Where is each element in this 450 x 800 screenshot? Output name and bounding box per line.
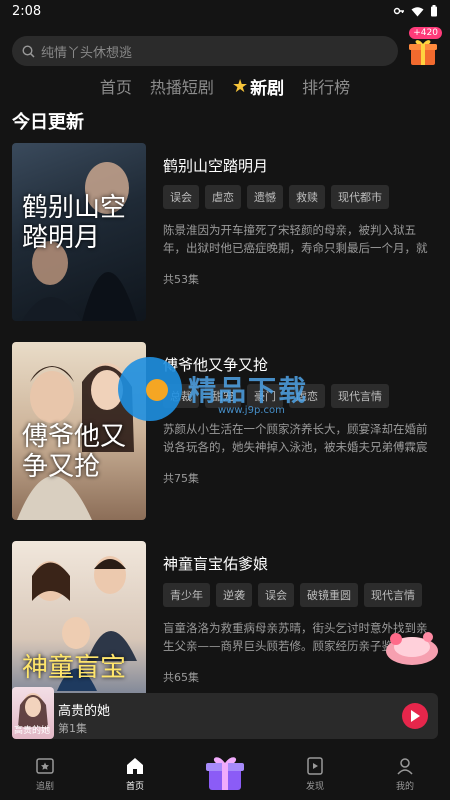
tag[interactable]: 青少年 <box>163 583 210 607</box>
section-title: 今日更新 <box>12 112 84 133</box>
nav-home-label: 首页 <box>125 782 144 792</box>
nav-discover[interactable]: 发现 <box>270 748 360 800</box>
star-folder-icon <box>36 758 54 774</box>
drama-title[interactable]: 鹤别山空踏明月 <box>163 155 438 175</box>
tag-list: 青少年 逆袭 误会 破镜重圆 现代言情 <box>163 583 438 607</box>
poster-title: 鹤别山空踏明月 <box>22 193 127 253</box>
episode-count: 共75集 <box>163 472 199 485</box>
tag-list: 总裁 甜宠 豪门 虐恋 现代言情 <box>163 384 438 408</box>
poster-title: 神童盲宝 <box>22 653 127 683</box>
tab-home[interactable]: 首页 <box>100 74 132 98</box>
nav-follow-label: 追剧 <box>35 782 54 792</box>
category-tabs: 首页 热播短剧 ★ 新剧 排行榜 <box>0 74 450 99</box>
tag[interactable]: 虐恋 <box>205 185 241 209</box>
episode-count: 共53集 <box>163 273 199 286</box>
battery-icon <box>431 5 437 17</box>
tag-list: 误会 虐恋 遗憾 救赎 现代都市 <box>163 185 438 209</box>
search-placeholder: 纯情丫头休想逃 <box>41 45 133 61</box>
tag[interactable]: 遗憾 <box>247 185 283 209</box>
drama-info: 傅爷他又争又抢 总裁 甜宠 豪门 虐恋 现代言情 苏颜从小生活在一个顾家济养长大… <box>163 354 438 486</box>
search-input[interactable]: 纯情丫头休想逃 <box>12 36 398 66</box>
star-icon: ★ <box>231 75 249 97</box>
tag[interactable]: 现代言情 <box>331 384 389 408</box>
drama-title[interactable]: 神童盲宝佑爹娘 <box>163 553 438 573</box>
status-icons <box>393 5 438 17</box>
drama-title[interactable]: 傅爷他又争又抢 <box>163 354 438 374</box>
drama-description: 陈景淮因为开车撞死了宋轻颜的母亲，被判入狱五年，出狱时他已癌症晚期，寿命只剩最后… <box>163 223 428 255</box>
tab-hot-dramas[interactable]: 热播短剧 <box>150 74 214 98</box>
bottom-nav: 追剧 首页 发现 我的 <box>0 748 450 800</box>
tab-new-dramas[interactable]: ★ 新剧 <box>232 74 284 99</box>
tag[interactable]: 误会 <box>258 583 294 607</box>
play-icon <box>411 710 420 722</box>
play-button[interactable] <box>402 703 428 729</box>
drama-item[interactable]: 傅爷他又争又抢 傅爷他又争又抢 总裁 甜宠 豪门 虐恋 现代言情 苏颜从小生活在… <box>12 342 438 520</box>
mini-player-title: 高贵的她 <box>58 704 111 719</box>
status-bar: 2:08 <box>0 0 450 22</box>
key-icon <box>393 7 404 15</box>
nav-profile[interactable]: 我的 <box>360 748 450 800</box>
nav-home[interactable]: 首页 <box>90 748 180 800</box>
tag[interactable]: 误会 <box>163 185 199 209</box>
status-time: 2:08 <box>12 3 42 19</box>
wifi-icon <box>411 6 424 16</box>
mini-player[interactable]: 高贵的她 高贵的她 第1集 <box>12 687 438 739</box>
search-icon <box>22 44 35 58</box>
drama-poster[interactable]: 鹤别山空踏明月 <box>12 143 146 321</box>
tag[interactable]: 虐恋 <box>289 384 325 408</box>
nav-discover-label: 发现 <box>305 782 324 792</box>
nav-profile-label: 我的 <box>395 782 414 792</box>
tag[interactable]: 救赎 <box>289 185 325 209</box>
gift-icon <box>409 40 437 65</box>
drama-poster[interactable]: 傅爷他又争又抢 <box>12 342 146 520</box>
poster-title: 傅爷他又争又抢 <box>22 422 127 482</box>
tag[interactable]: 总裁 <box>163 384 199 408</box>
episode-count: 共65集 <box>163 671 199 684</box>
mini-player-cover[interactable]: 高贵的她 <box>12 687 54 739</box>
nav-gift[interactable] <box>180 748 270 800</box>
mini-cover-title: 高贵的她 <box>14 726 51 736</box>
search-row: 纯情丫头休想逃 +420 <box>12 27 442 67</box>
discover-icon <box>307 757 323 775</box>
floating-reward-icon[interactable] <box>384 625 440 669</box>
gift-badge: +420 <box>409 27 442 39</box>
nav-follow[interactable]: 追剧 <box>0 748 90 800</box>
drama-info: 鹤别山空踏明月 误会 虐恋 遗憾 救赎 现代都市 陈景淮因为开车撞死了宋轻颜的母… <box>163 155 438 287</box>
tag[interactable]: 现代都市 <box>331 185 389 209</box>
tag[interactable]: 破镜重圆 <box>300 583 358 607</box>
tag[interactable]: 豪门 <box>247 384 283 408</box>
drama-description: 苏颜从小生活在一个顾家济养长大，顾宴泽却在婚前说各玩各的，她失神掉入泳池，被未婚… <box>163 422 428 454</box>
tab-ranking[interactable]: 排行榜 <box>302 74 350 98</box>
profile-icon <box>397 758 413 775</box>
tag[interactable]: 现代言情 <box>364 583 422 607</box>
tab-new-dramas-label: 新剧 <box>250 78 285 99</box>
gift-button[interactable]: +420 <box>406 27 442 69</box>
home-icon <box>127 758 143 774</box>
tag[interactable]: 甜宠 <box>205 384 241 408</box>
gift-box-icon <box>206 757 244 790</box>
tag[interactable]: 逆袭 <box>216 583 252 607</box>
drama-item[interactable]: 鹤别山空踏明月 鹤别山空踏明月 误会 虐恋 遗憾 救赎 现代都市 陈景淮因为开车… <box>12 143 438 321</box>
mini-player-episode: 第1集 <box>58 722 87 735</box>
